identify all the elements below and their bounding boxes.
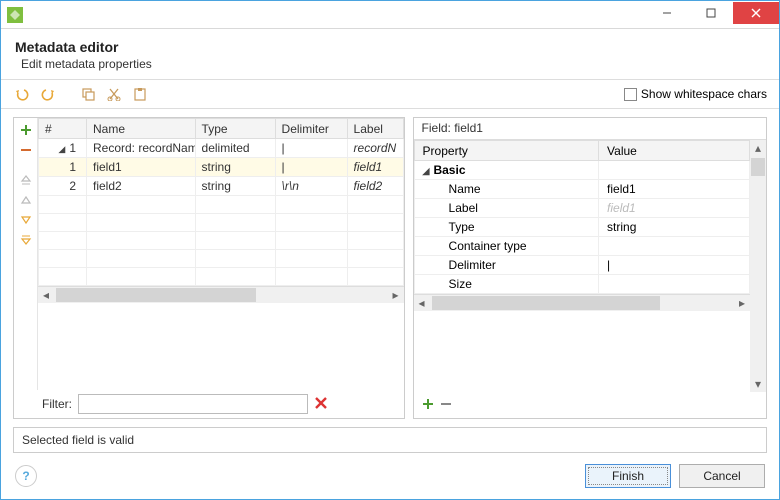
- col-name[interactable]: Name: [87, 119, 196, 139]
- minimize-button[interactable]: [645, 2, 689, 24]
- property-row[interactable]: Delimiter|: [414, 256, 749, 275]
- remove-field-button[interactable]: [18, 142, 34, 158]
- horizontal-scrollbar[interactable]: ◂ ▸: [414, 294, 750, 310]
- scroll-up-icon[interactable]: ▴: [750, 140, 766, 156]
- scroll-left-icon[interactable]: ◂: [38, 287, 54, 303]
- field-header: Field: field1: [414, 118, 766, 140]
- maximize-button[interactable]: [689, 2, 733, 24]
- table-row[interactable]: ◢1 Record: recordName1 delimited | recor…: [39, 139, 404, 158]
- add-property-button[interactable]: [422, 398, 434, 413]
- property-row[interactable]: Labelfield1: [414, 199, 749, 218]
- property-row[interactable]: Container type: [414, 237, 749, 256]
- fields-panel: # Name Type Delimiter Label ◢1 Record: r…: [13, 117, 405, 419]
- close-button[interactable]: [733, 2, 779, 24]
- paste-button[interactable]: [131, 85, 149, 103]
- table-row[interactable]: 1 field1 string | field1: [39, 158, 404, 177]
- scroll-right-icon[interactable]: ▸: [734, 295, 750, 311]
- header: Metadata editor Edit metadata properties: [1, 29, 779, 79]
- vertical-scrollbar[interactable]: ▴ ▾: [750, 140, 766, 392]
- copy-button[interactable]: [79, 85, 97, 103]
- table-row[interactable]: 2 field2 string \r\n field2: [39, 177, 404, 196]
- expand-icon[interactable]: ◢: [58, 144, 65, 155]
- show-whitespace-checkbox[interactable]: [624, 88, 637, 101]
- filter-input[interactable]: [78, 394, 308, 414]
- col-type[interactable]: Type: [195, 119, 275, 139]
- status-bar: Selected field is valid: [13, 427, 767, 453]
- page-subtitle: Edit metadata properties: [21, 57, 765, 71]
- show-whitespace-label: Show whitespace chars: [641, 87, 767, 101]
- horizontal-scrollbar[interactable]: ◂ ▸: [38, 286, 404, 302]
- fields-side-toolbar: [14, 118, 38, 390]
- footer: ? Finish Cancel: [1, 453, 779, 499]
- move-bottom-button[interactable]: [18, 232, 34, 248]
- redo-button[interactable]: [39, 85, 57, 103]
- status-text: Selected field is valid: [22, 433, 134, 447]
- clear-filter-button[interactable]: [314, 396, 328, 413]
- property-row[interactable]: Typestring: [414, 218, 749, 237]
- col-num[interactable]: #: [39, 119, 87, 139]
- page-title: Metadata editor: [15, 39, 765, 55]
- expand-icon[interactable]: ◢: [423, 166, 430, 177]
- property-row[interactable]: Size: [414, 275, 749, 294]
- filter-label: Filter:: [42, 397, 72, 411]
- move-up-button[interactable]: [18, 192, 34, 208]
- table-header-row: # Name Type Delimiter Label: [39, 119, 404, 139]
- properties-table[interactable]: Property Value ◢Basic Namefield1 Labelfi…: [414, 140, 750, 294]
- move-top-button[interactable]: [18, 172, 34, 188]
- properties-panel: Field: field1 Property Value ◢Basic Name…: [413, 117, 767, 419]
- fields-table[interactable]: # Name Type Delimiter Label ◢1 Record: r…: [38, 118, 404, 286]
- property-group[interactable]: ◢Basic: [414, 161, 749, 180]
- cancel-button[interactable]: Cancel: [679, 464, 765, 488]
- titlebar: [1, 1, 779, 29]
- scroll-left-icon[interactable]: ◂: [414, 295, 430, 311]
- remove-property-button[interactable]: [440, 398, 452, 413]
- scroll-down-icon[interactable]: ▾: [750, 376, 766, 392]
- add-field-button[interactable]: [18, 122, 34, 138]
- help-button[interactable]: ?: [15, 465, 37, 487]
- col-value[interactable]: Value: [599, 141, 750, 161]
- property-row[interactable]: Namefield1: [414, 180, 749, 199]
- col-label[interactable]: Label: [347, 119, 403, 139]
- col-property[interactable]: Property: [414, 141, 598, 161]
- finish-button[interactable]: Finish: [585, 464, 671, 488]
- filter-row: Filter:: [14, 390, 404, 418]
- col-delimiter[interactable]: Delimiter: [275, 119, 347, 139]
- undo-button[interactable]: [13, 85, 31, 103]
- move-down-button[interactable]: [18, 212, 34, 228]
- scroll-right-icon[interactable]: ▸: [388, 287, 404, 303]
- toolbar: Show whitespace chars: [1, 79, 779, 109]
- cut-button[interactable]: [105, 85, 123, 103]
- app-icon: [7, 7, 23, 23]
